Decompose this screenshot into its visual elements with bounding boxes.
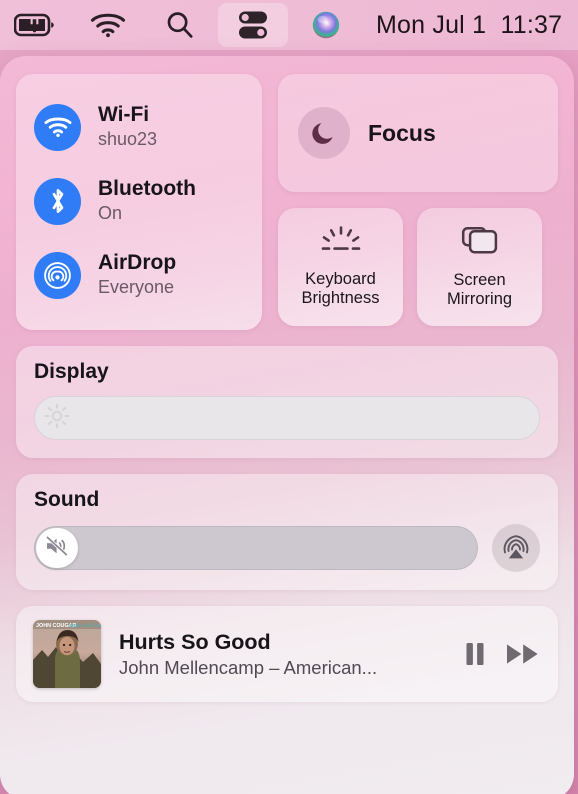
airdrop-status: Everyone xyxy=(98,276,175,297)
display-card: Display xyxy=(16,346,558,458)
speaker-muted-icon xyxy=(44,535,70,562)
screen-mirroring-tile[interactable]: Screen Mirroring xyxy=(417,208,542,326)
airdrop-title: AirDrop xyxy=(98,251,177,275)
display-brightness-slider[interactable] xyxy=(34,396,540,440)
sound-volume-slider[interactable] xyxy=(34,526,478,570)
menu-bar: Mon Jul 1 11:37 xyxy=(0,0,578,50)
now-playing-text: Hurts So Good John Mellencamp – American… xyxy=(119,630,464,679)
display-title: Display xyxy=(34,360,109,383)
keyboard-brightness-label: Keyboard Brightness xyxy=(302,270,380,308)
album-art[interactable]: JOHN COUGAR American Fool xyxy=(33,620,101,688)
sound-slider-knob[interactable] xyxy=(36,528,78,568)
brightness-sun-icon xyxy=(44,403,70,434)
wifi-title: Wi-Fi xyxy=(98,103,150,127)
wifi-icon[interactable] xyxy=(34,103,81,151)
wifi-icon[interactable] xyxy=(72,0,144,50)
now-playing-subtitle: John Mellencamp – American... xyxy=(119,656,378,678)
tile-pair: Keyboard Brightness Screen Mirroring xyxy=(278,208,558,326)
sound-title: Sound xyxy=(34,488,100,511)
control-center-icon[interactable] xyxy=(218,3,288,47)
keyboard-brightness-label-line1: Keyboard xyxy=(305,269,376,288)
sound-slider-line xyxy=(34,524,540,572)
screen-mirroring-label: Screen Mirroring xyxy=(447,271,512,309)
search-icon[interactable] xyxy=(144,0,216,50)
right-tile-column: Focus Keyboard Brightness Screen Mirrori… xyxy=(278,74,558,330)
bluetooth-title: Bluetooth xyxy=(98,177,196,201)
bluetooth-icon[interactable] xyxy=(34,177,81,225)
bluetooth-row[interactable]: Bluetooth On xyxy=(16,164,262,238)
bluetooth-status: On xyxy=(98,202,123,223)
screen-mirroring-label-line2: Mirroring xyxy=(446,290,513,308)
wifi-status: shuo23 xyxy=(98,128,158,149)
album-art-line2: American Fool xyxy=(68,623,101,629)
display-slider-line xyxy=(34,396,540,440)
keyboard-brightness-tile[interactable]: Keyboard Brightness xyxy=(278,208,403,326)
focus-tile[interactable]: Focus xyxy=(278,74,558,192)
crescent-moon-icon xyxy=(298,107,350,159)
display-slider-knob[interactable] xyxy=(36,398,78,438)
battery-charging-icon[interactable] xyxy=(0,0,72,50)
pause-button[interactable] xyxy=(464,641,486,667)
control-center-panel: Wi-Fi shuo23 Bluetooth On AirDrop Everyo… xyxy=(0,56,574,794)
now-playing-title: Hurts So Good xyxy=(119,629,271,654)
siri-icon[interactable] xyxy=(290,0,362,50)
keyboard-brightness-icon xyxy=(318,226,364,261)
airdrop-row[interactable]: AirDrop Everyone xyxy=(16,238,262,312)
sound-card: Sound xyxy=(16,474,558,590)
keyboard-brightness-label-line2: Brightness xyxy=(301,289,380,307)
connectivity-card: Wi-Fi shuo23 Bluetooth On AirDrop Everyo… xyxy=(16,74,262,330)
airdrop-icon[interactable] xyxy=(34,251,81,299)
screen-mirroring-icon xyxy=(461,225,499,262)
menu-bar-clock[interactable]: Mon Jul 1 11:37 xyxy=(376,11,562,40)
now-playing-card: JOHN COUGAR American Fool Hurts So Good … xyxy=(16,606,558,702)
bluetooth-text: Bluetooth On xyxy=(98,177,196,224)
airdrop-text: AirDrop Everyone xyxy=(98,251,176,298)
focus-label: Focus xyxy=(368,119,436,146)
wifi-row[interactable]: Wi-Fi shuo23 xyxy=(16,90,262,164)
airplay-audio-icon[interactable] xyxy=(492,524,540,572)
fast-forward-button[interactable] xyxy=(506,642,540,666)
wifi-text: Wi-Fi shuo23 xyxy=(98,103,157,150)
screen-mirroring-label-line1: Screen xyxy=(453,270,506,289)
